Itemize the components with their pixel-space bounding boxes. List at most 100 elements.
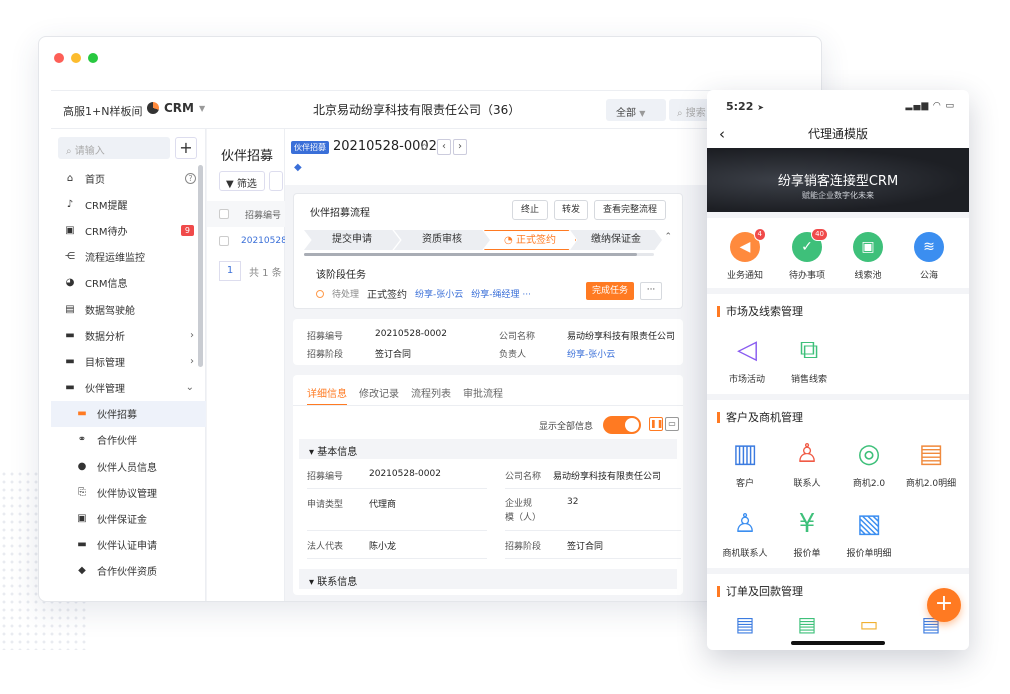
- summary-company: 公司名称 易动纷享科技有限责任公司: [499, 332, 676, 342]
- flow-progress-fill: [304, 253, 637, 256]
- sidebar-item-crm-info[interactable]: ◕ CRM信息: [51, 270, 206, 296]
- item-marketing-activity[interactable]: ◁ 市场活动: [715, 334, 779, 385]
- quick-public-sea[interactable]: ≋ 公海: [899, 232, 959, 281]
- page-button[interactable]: 1: [219, 261, 241, 281]
- item-opportunity-contact[interactable]: ♙ 商机联系人: [713, 508, 777, 559]
- person-target-icon: ♙: [733, 509, 757, 539]
- view-full-flow-button[interactable]: 查看完整流程: [594, 200, 666, 220]
- sidebar-item-dashboard[interactable]: ▤ 数据驾驶舱: [51, 296, 206, 322]
- step-4[interactable]: 缴纳保证金: [570, 230, 662, 250]
- lock-icon[interactable]: ⌂: [421, 140, 428, 153]
- complete-task-button[interactable]: 完成任务: [586, 282, 634, 300]
- banner[interactable]: 纷享销客连接型CRM 赋能企业数字化未来: [707, 148, 969, 212]
- filter-button[interactable]: ▼ 筛选: [219, 171, 265, 191]
- sidebar-item-flow-monitor[interactable]: ⋲ 流程运维监控: [51, 244, 206, 270]
- dashboard-icon: ▤: [65, 303, 75, 315]
- sidebar: ⌕ 请输入 + ⌂ 首页? ♪ CRM提醒 ▣ CRM待办 9 ⋲ 流程运维监控 ◕ CRM…: [51, 129, 206, 601]
- flow-card: 伙伴招募流程 终止 转发 查看完整流程 提交申请 资质审核 ◔ 正式签约 缴纳保…: [293, 193, 683, 309]
- table-row[interactable]: 20210528-0002: [207, 227, 285, 255]
- sidebar-item-data-analysis[interactable]: ▬ 数据分析 ›: [51, 322, 206, 348]
- single-column-view-icon[interactable]: ▭: [665, 417, 679, 431]
- step-2[interactable]: 资质审核: [394, 230, 490, 250]
- crm-app: 高服1+N样板间 CRM ▼ 北京易动纷享科技有限责任公司（36） 全部 ▼ ⌕…: [51, 90, 821, 601]
- bell-icon: ♪: [66, 198, 74, 210]
- flow-title: 伙伴招募流程: [310, 208, 370, 219]
- two-column-view-icon[interactable]: ❚❚: [649, 417, 663, 431]
- tab-detail-info[interactable]: 详细信息: [307, 385, 347, 406]
- status-bar: 5:22 ➤ ▂▄▆ ◠ ▭: [707, 90, 969, 120]
- next-record-button[interactable]: ›: [453, 139, 467, 155]
- assignee-link[interactable]: 纷享-张小云: [415, 287, 463, 300]
- quick-todo[interactable]: ✓ 40 待办事项: [777, 228, 837, 281]
- sidebar-item-partners[interactable]: ⚭ 合作伙伴: [51, 427, 206, 453]
- top-bar: 高服1+N样板间 CRM ▼ 北京易动纷享科技有限责任公司（36） 全部 ▼ ⌕…: [51, 91, 821, 129]
- search-scope-select[interactable]: 全部 ▼: [606, 99, 666, 121]
- document-icon: ▤: [918, 439, 944, 469]
- add-button[interactable]: +: [175, 137, 197, 159]
- item-sales-leads[interactable]: ⧉ 销售线索: [777, 334, 841, 385]
- forward-button[interactable]: 转发: [554, 200, 588, 220]
- banner-title: 纷享销客连接型CRM: [777, 174, 899, 189]
- row-checkbox[interactable]: [219, 236, 229, 246]
- step-3-current[interactable]: ◔ 正式签约: [484, 230, 576, 250]
- other-assignees-link[interactable]: 纷享-绳经理 ···: [471, 287, 531, 300]
- owner-link[interactable]: 纷享-张小云: [567, 347, 615, 360]
- more-button[interactable]: ···: [640, 282, 662, 300]
- select-all-checkbox[interactable]: [219, 209, 229, 219]
- section-basic-info[interactable]: ▾ 基本信息: [299, 439, 677, 459]
- sidebar-item-crm-todo[interactable]: ▣ CRM待办 9: [51, 217, 206, 243]
- stop-button[interactable]: 终止: [512, 200, 548, 220]
- sidebar-item-partner-qualification[interactable]: ◆ 合作伙伴资质: [51, 558, 206, 584]
- sidebar-item-partner-cert[interactable]: ▬ 伙伴认证申请: [51, 532, 206, 558]
- crm-logo-icon: [147, 102, 159, 114]
- section-contact-info[interactable]: ▾ 联系信息: [299, 569, 677, 589]
- sidebar-item-home[interactable]: ⌂ 首页?: [51, 165, 206, 191]
- field-row: 公司名称 易动纷享科技有限责任公司: [505, 463, 681, 489]
- product-switcher[interactable]: CRM ▼: [147, 101, 205, 115]
- prev-record-button[interactable]: ‹: [437, 139, 451, 155]
- tab-flow-list[interactable]: 流程列表: [411, 385, 451, 406]
- sidebar-item-partner-staff[interactable]: ● 伙伴人员信息: [51, 453, 206, 479]
- flow-icon: ⋲: [65, 251, 75, 263]
- tab-approval[interactable]: 审批流程: [463, 385, 503, 406]
- pie-icon: ◕: [65, 277, 75, 289]
- workspace-name[interactable]: 高服1+N样板间: [63, 103, 142, 119]
- quick-lead-pool[interactable]: ▣ 线索池: [838, 232, 898, 281]
- show-all-toggle[interactable]: [603, 416, 641, 434]
- deposit-icon: ▣: [77, 513, 87, 525]
- item-opportunity[interactable]: ◎ 商机2.0: [837, 438, 901, 489]
- list-title: 伙伴招募: [221, 149, 274, 164]
- show-all-label: 显示全部信息: [539, 422, 594, 432]
- sidebar-search-input[interactable]: ⌕ 请输入: [58, 137, 170, 159]
- sidebar-item-partner-agreement[interactable]: ⎘ 伙伴协议管理: [51, 479, 206, 505]
- maximize-dot[interactable]: [88, 53, 98, 63]
- order-item-1[interactable]: ▤: [713, 608, 777, 646]
- sidebar-item-partner-management[interactable]: ▬ 伙伴管理 ⌄: [51, 375, 206, 401]
- help-icon[interactable]: ?: [185, 172, 196, 184]
- column-settings-button[interactable]: [269, 171, 283, 191]
- collapse-icon[interactable]: ⌃: [664, 232, 672, 242]
- item-quote-detail[interactable]: ▧ 报价单明细: [837, 508, 901, 559]
- minimize-dot[interactable]: [71, 53, 81, 63]
- add-fab-button[interactable]: +: [927, 588, 961, 622]
- tab-change-log[interactable]: 修改记录: [359, 385, 399, 406]
- tag-icon[interactable]: ◆: [294, 162, 302, 173]
- close-dot[interactable]: [54, 53, 64, 63]
- task-row: 待处理 正式签约 纷享-张小云 纷享-绳经理 ···: [316, 286, 531, 301]
- sidebar-item-partner-recruit[interactable]: ▬ 伙伴招募: [51, 400, 206, 427]
- summary-owner: 负责人 纷享-张小云: [499, 347, 615, 360]
- item-customer[interactable]: ▥ 客户: [713, 438, 777, 489]
- desktop-window: 高服1+N样板间 CRM ▼ 北京易动纷享科技有限责任公司（36） 全部 ▼ ⌕…: [38, 36, 822, 602]
- sidebar-scrollbar[interactable]: [198, 165, 203, 367]
- folder-icon: ▬: [65, 329, 75, 341]
- quick-business-notice[interactable]: ◀ 4 业务通知: [715, 228, 775, 281]
- back-icon[interactable]: ‹: [719, 120, 725, 148]
- item-quote[interactable]: ¥ 报价单: [775, 508, 839, 559]
- sidebar-item-goal-management[interactable]: ▬ 目标管理 ›: [51, 348, 206, 374]
- step-1[interactable]: 提交申请: [304, 230, 400, 250]
- item-contact[interactable]: ♙ 联系人: [775, 438, 839, 489]
- sidebar-item-crm-reminder[interactable]: ♪ CRM提醒: [51, 191, 206, 217]
- sidebar-item-partner-deposit[interactable]: ▣ 伙伴保证金: [51, 505, 206, 531]
- item-opportunity-detail[interactable]: ▤ 商机2.0明细: [899, 438, 963, 489]
- section-market-leads: 市场及线索管理 ◁ 市场活动 ⧉ 销售线索: [707, 294, 969, 394]
